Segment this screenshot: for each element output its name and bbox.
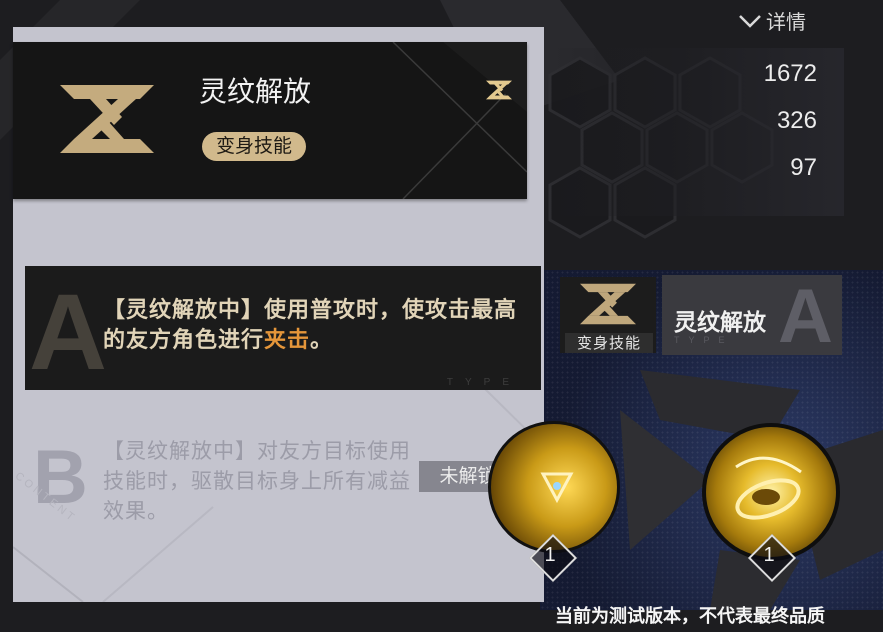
equipped-skill-name: 灵纹解放 — [674, 310, 766, 336]
equipped-skill-letter: A — [778, 275, 833, 355]
option-a-watermark: TYPE — [446, 377, 521, 388]
option-a-desc-end: 。 — [310, 328, 334, 353]
option-b-description: 【灵纹解放中】对友方目标使用技能时，驱散目标身上所有减益效果。 — [103, 439, 411, 523]
stat-value-3: 97 — [790, 154, 817, 181]
rune-emblem-icon — [60, 85, 154, 153]
test-version-notice: 当前为测试版本，不代表最终品质 — [555, 606, 825, 627]
rune-small-icon — [486, 80, 512, 100]
rune-emblem-icon — [580, 283, 636, 325]
option-a-description: 【灵纹解放中】使用普攻时，使攻击最高的友方角色进行夹击。 — [103, 296, 523, 356]
skill-title: 灵纹解放 — [199, 75, 312, 108]
option-a-card[interactable]: A 【灵纹解放中】使用普攻时，使攻击最高的友方角色进行夹击。 TYPE — [25, 266, 541, 390]
stat-value-1: 1672 — [763, 60, 817, 87]
option-a-highlight: 夹击 — [264, 328, 311, 353]
stat-value-2: 326 — [776, 107, 817, 134]
skill-level-1: 1 — [544, 544, 556, 566]
chevron-down-icon — [739, 14, 761, 28]
detail-toggle-button[interactable]: 详情 — [738, 6, 806, 35]
option-a-letter: A — [29, 271, 107, 390]
gold-triangle-skill-icon — [540, 472, 574, 504]
skill-level-2: 1 — [763, 544, 775, 566]
equipped-skill-watermark: TYPE — [674, 335, 734, 345]
equipped-skill-badge: 变身技能 — [565, 333, 653, 353]
detail-label: 详情 — [766, 10, 806, 34]
skill-type-badge: 变身技能 — [202, 132, 307, 161]
equipped-skill-name-box[interactable]: A 灵纹解放 TYPE — [662, 275, 842, 355]
skill-orb-1[interactable] — [488, 421, 620, 553]
